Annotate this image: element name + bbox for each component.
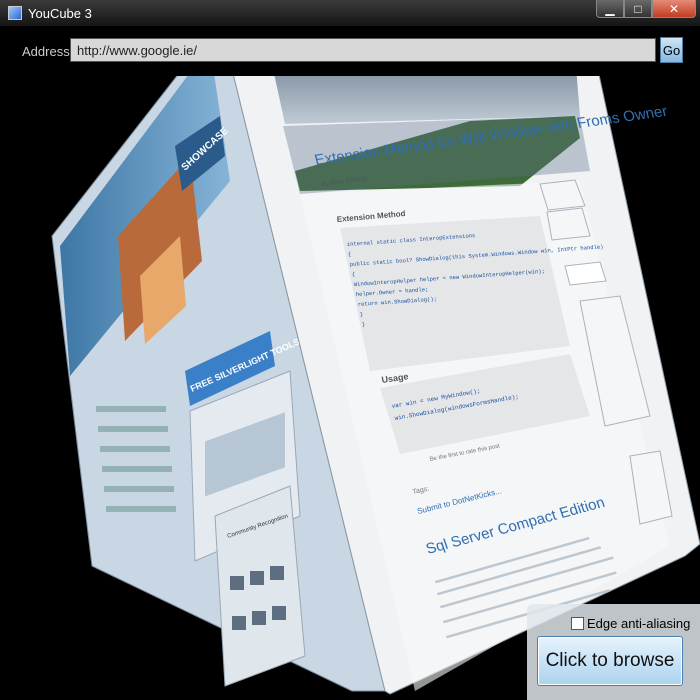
maximize-button[interactable]: □ xyxy=(624,0,652,18)
minimize-button[interactable]: ▁ xyxy=(596,0,624,18)
checkbox-label: Edge anti-aliasing xyxy=(587,616,691,631)
window-controls: ▁ □ ✕ xyxy=(596,0,696,18)
close-button[interactable]: ✕ xyxy=(652,0,696,18)
address-label: Address xyxy=(22,44,70,59)
edge-antialiasing-checkbox[interactable]: Edge anti-aliasing xyxy=(571,616,690,631)
address-toolbar: Address Go xyxy=(0,26,700,76)
browse-button[interactable]: Click to browse xyxy=(537,636,683,686)
checkbox-box[interactable] xyxy=(571,617,584,630)
title-bar: YouCube 3 ▁ □ ✕ xyxy=(0,0,700,26)
address-input[interactable] xyxy=(70,38,656,62)
bottom-control-panel: Edge anti-aliasing Click to browse xyxy=(527,604,700,700)
go-button[interactable]: Go xyxy=(660,37,683,63)
window-title: YouCube 3 xyxy=(28,5,92,21)
app-icon xyxy=(8,6,22,20)
